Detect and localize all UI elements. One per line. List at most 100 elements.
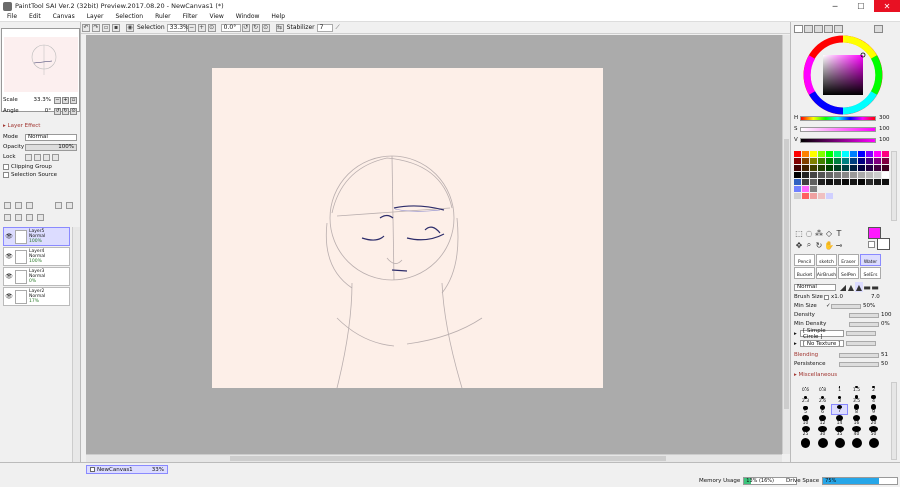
brush-size-preset[interactable]: 3 [831, 393, 848, 404]
hsv-slider-tab-icon[interactable] [814, 25, 823, 33]
palette-swatch[interactable] [874, 179, 881, 185]
brush-eraser[interactable]: Eraser [838, 254, 859, 266]
brush-size-preset[interactable]: 3.5 [848, 393, 865, 404]
rect-select-icon[interactable]: ⬚ [794, 228, 804, 238]
palette-swatch[interactable] [858, 165, 865, 171]
palette-swatch[interactable] [842, 179, 849, 185]
move-icon[interactable]: ✥ [794, 240, 804, 250]
zoom-in-icon[interactable]: + [197, 23, 206, 32]
panel-menu-icon[interactable] [874, 25, 883, 33]
shape-icon[interactable]: ◇ [824, 228, 834, 238]
layer-row-layer5[interactable]: 👁 Layer5 Normal 100% [3, 227, 70, 246]
brush-pencil[interactable]: Pencil [794, 254, 815, 266]
palette-swatch[interactable] [858, 172, 865, 178]
palette-swatch[interactable] [802, 193, 809, 199]
palette-swatch[interactable] [842, 186, 849, 192]
eye-icon[interactable]: 👁 [5, 233, 13, 240]
palette-swatch[interactable] [850, 158, 857, 164]
brush-size-preset[interactable]: 40 [848, 426, 865, 437]
invert-selection-icon[interactable]: ▪ [112, 23, 120, 32]
palette-swatch[interactable] [802, 158, 809, 164]
palette-swatch[interactable] [810, 172, 817, 178]
brush-size-preset[interactable] [797, 437, 814, 448]
brush-sketch[interactable]: sketch [816, 254, 837, 266]
palette-swatch[interactable] [858, 158, 865, 164]
palette-swatch[interactable] [810, 165, 817, 171]
color-wheel[interactable] [803, 35, 883, 117]
brush-size-preset[interactable]: 6 [814, 404, 831, 415]
palette-swatch[interactable] [818, 158, 825, 164]
new-layer-icon[interactable] [4, 202, 11, 209]
brush-size-preset[interactable] [865, 437, 882, 448]
palette-swatch[interactable] [882, 193, 889, 199]
rotate-tool-icon[interactable]: ↻ [814, 240, 824, 250]
palette-swatch[interactable] [842, 172, 849, 178]
lasso-icon[interactable]: ◌ [804, 228, 814, 238]
palette-swatch[interactable] [826, 186, 833, 192]
palette-swatch[interactable] [810, 179, 817, 185]
palette-tab-icon[interactable] [824, 25, 833, 33]
lock-move-icon[interactable] [43, 153, 50, 161]
palette-swatch[interactable] [794, 193, 801, 199]
lock-paint-icon[interactable] [34, 153, 41, 161]
palette-swatch[interactable] [850, 151, 857, 157]
angle-left-button[interactable]: ↺ [54, 107, 61, 115]
palette-swatch[interactable] [850, 179, 857, 185]
palette-swatch[interactable] [842, 193, 849, 199]
saturation-slider[interactable] [800, 126, 876, 132]
scale-minus-button[interactable]: − [54, 96, 61, 104]
palette-swatch[interactable] [850, 165, 857, 171]
lock-transparency-icon[interactable] [25, 153, 32, 161]
palette-swatch[interactable] [874, 193, 881, 199]
new-folder-icon[interactable] [25, 202, 33, 209]
apply-mask-icon[interactable] [65, 202, 73, 209]
palette-swatch[interactable] [834, 165, 841, 171]
palette-swatch[interactable] [858, 186, 865, 192]
brush-size-preset[interactable]: 1 [831, 382, 848, 393]
palette-swatch[interactable] [874, 165, 881, 171]
swap-colors-icon[interactable] [868, 241, 875, 248]
clear-layer-icon[interactable] [25, 214, 33, 221]
palette-swatch[interactable] [818, 193, 825, 199]
palette-swatch[interactable] [818, 186, 825, 192]
angle-right-button[interactable]: ↻ [62, 107, 69, 115]
brush-shape-select[interactable]: [ Simple Circle ] [800, 328, 844, 340]
scratchpad-tab-icon[interactable] [834, 25, 843, 33]
palette-swatch[interactable] [842, 151, 849, 157]
undo-icon[interactable]: ↶ [82, 23, 90, 32]
brush-size-preset[interactable]: 0.6 [797, 382, 814, 393]
menu-help[interactable]: Help [265, 13, 291, 20]
brush-size-preset[interactable]: 50 [865, 426, 882, 437]
edge-medium-icon[interactable]: ▲ [847, 282, 855, 292]
rotate-right-icon[interactable]: ↻ [251, 23, 260, 32]
layer-effect-header[interactable]: ▸ Layer Effect [3, 122, 40, 130]
brush-bucket[interactable]: Bucket [794, 267, 815, 279]
density-slider[interactable] [849, 312, 879, 318]
brush-shape-slider[interactable] [846, 331, 876, 336]
palette-swatch[interactable] [794, 165, 801, 171]
menu-filter[interactable]: Filter [177, 13, 204, 20]
palette-swatch[interactable] [866, 158, 873, 164]
hue-slider[interactable] [800, 115, 876, 121]
palette-swatch[interactable] [818, 179, 825, 185]
brush-size-preset[interactable]: 8 [848, 404, 865, 415]
palette-swatch[interactable] [850, 172, 857, 178]
brush-size-preset[interactable]: 20 [865, 415, 882, 426]
palette-swatch[interactable] [818, 151, 825, 157]
palette-swatch[interactable] [882, 186, 889, 192]
palette-swatch[interactable] [802, 179, 809, 185]
palette-swatch[interactable] [850, 193, 857, 199]
edge-flat-icon[interactable]: ▬ [863, 282, 871, 292]
brush-texture-select[interactable]: [ No Texture ] [800, 340, 844, 347]
menu-edit[interactable]: Edit [23, 13, 47, 20]
palette-swatch[interactable] [826, 193, 833, 199]
brush-selers[interactable]: SelErs [860, 267, 881, 279]
flip-horizontal-icon[interactable]: ⇆ [275, 23, 284, 32]
brush-size-preset[interactable]: 25 [797, 426, 814, 437]
horizontal-scrollbar[interactable] [86, 454, 782, 462]
drawing-canvas[interactable] [212, 68, 603, 389]
blend-mode-select[interactable]: Normal [794, 283, 836, 291]
zoom-out-icon[interactable]: − [187, 23, 196, 32]
palette-swatch[interactable] [810, 186, 817, 192]
palette-swatch[interactable] [794, 158, 801, 164]
